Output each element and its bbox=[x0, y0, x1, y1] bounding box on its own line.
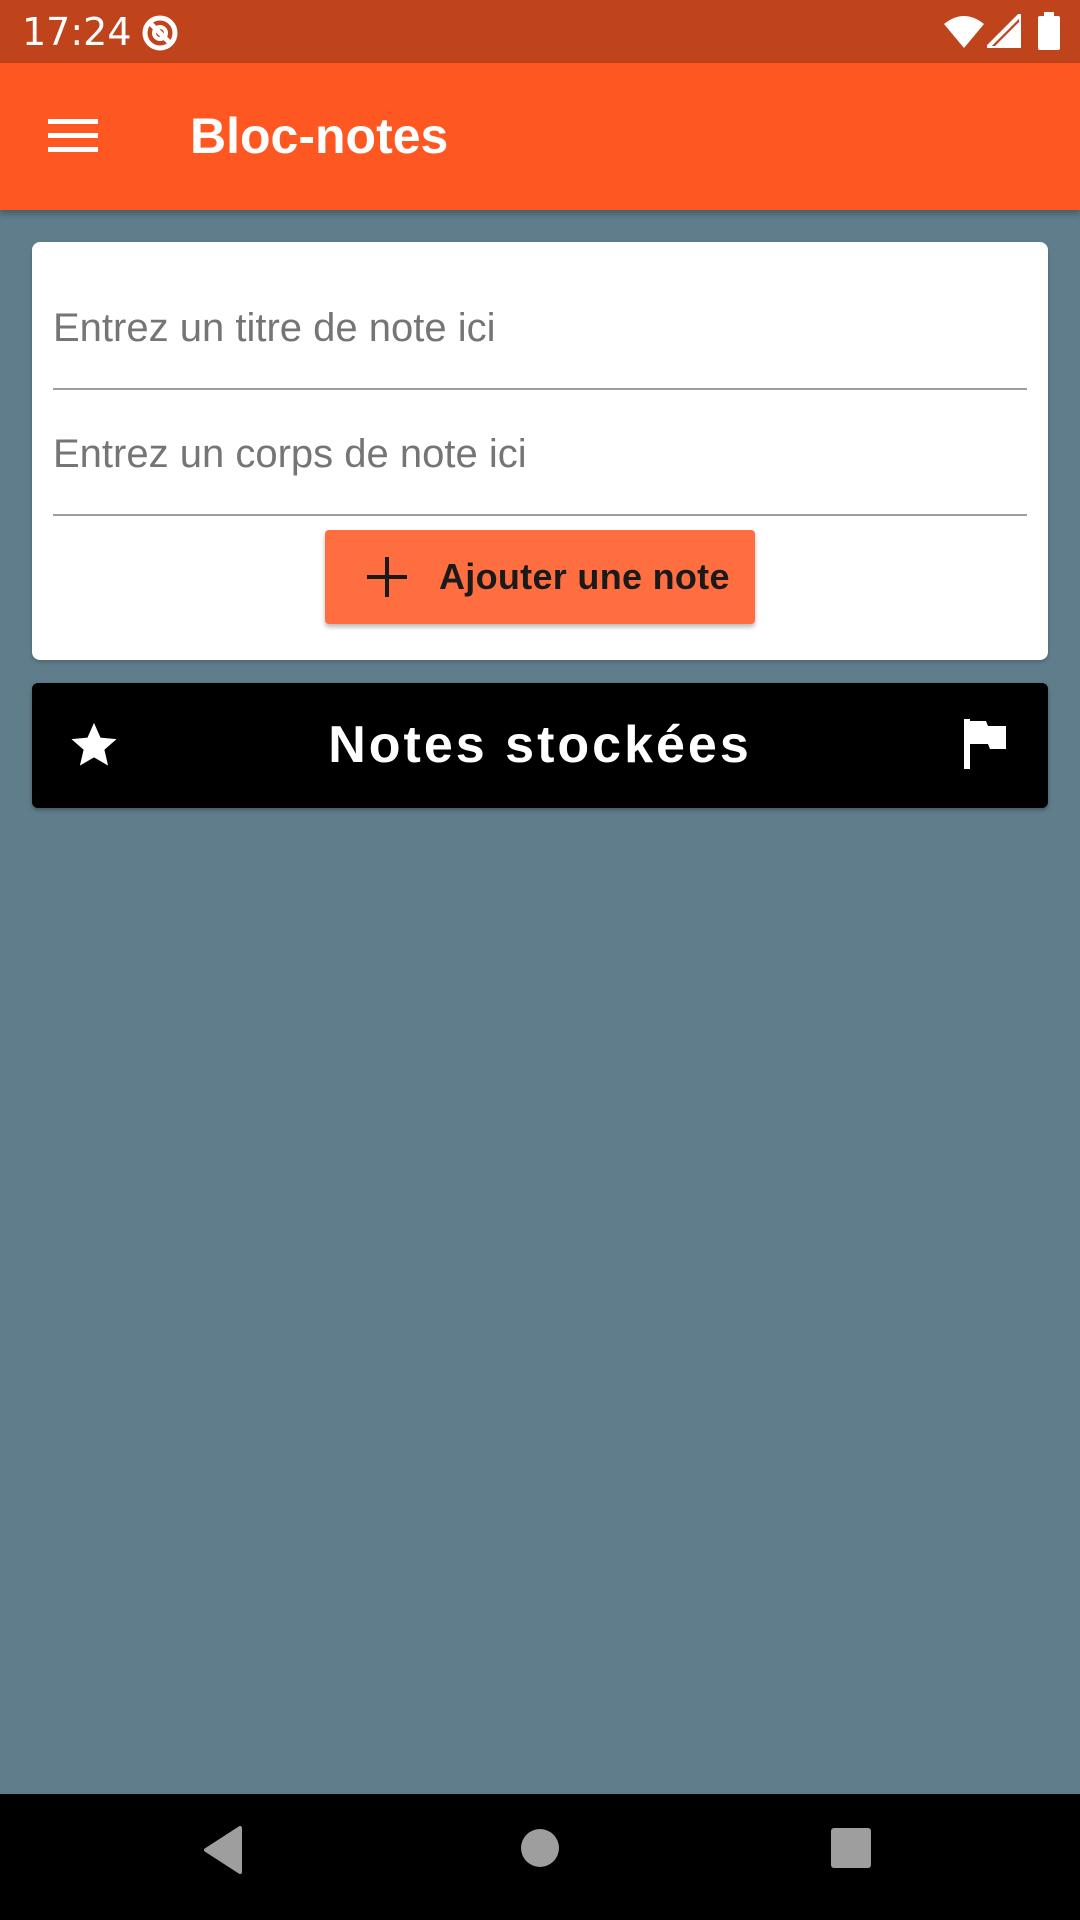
note-title-input[interactable] bbox=[53, 282, 1027, 390]
flag-icon bbox=[964, 719, 1006, 769]
battery-icon bbox=[1038, 12, 1060, 50]
menu-icon bbox=[48, 119, 98, 152]
add-note-button-label: Ajouter une note bbox=[439, 556, 730, 597]
app-bar: Bloc-notes bbox=[0, 63, 1080, 210]
plus-icon bbox=[367, 557, 407, 597]
back-button[interactable] bbox=[200, 1824, 248, 1876]
recents-icon bbox=[831, 1828, 871, 1868]
back-icon bbox=[204, 1826, 242, 1874]
app-title: Bloc-notes bbox=[190, 108, 449, 164]
stored-notes-header: Notes stockées bbox=[32, 683, 1048, 808]
home-icon bbox=[521, 1829, 559, 1867]
home-button[interactable] bbox=[519, 1827, 561, 1869]
at-sign-icon bbox=[142, 15, 178, 51]
recents-button[interactable] bbox=[830, 1827, 872, 1869]
wifi-icon bbox=[944, 16, 984, 48]
signal-icon bbox=[987, 14, 1021, 48]
menu-button[interactable] bbox=[28, 63, 118, 210]
status-time: 17:24 bbox=[22, 10, 132, 54]
stored-notes-title: Notes stockées bbox=[328, 716, 752, 774]
add-note-button[interactable]: Ajouter une note bbox=[325, 530, 755, 624]
status-bar: 17:24 bbox=[0, 0, 1080, 63]
note-body-input[interactable] bbox=[53, 408, 1027, 516]
navigation-bar bbox=[0, 1794, 1080, 1920]
note-form-card: Ajouter une note bbox=[32, 242, 1048, 660]
